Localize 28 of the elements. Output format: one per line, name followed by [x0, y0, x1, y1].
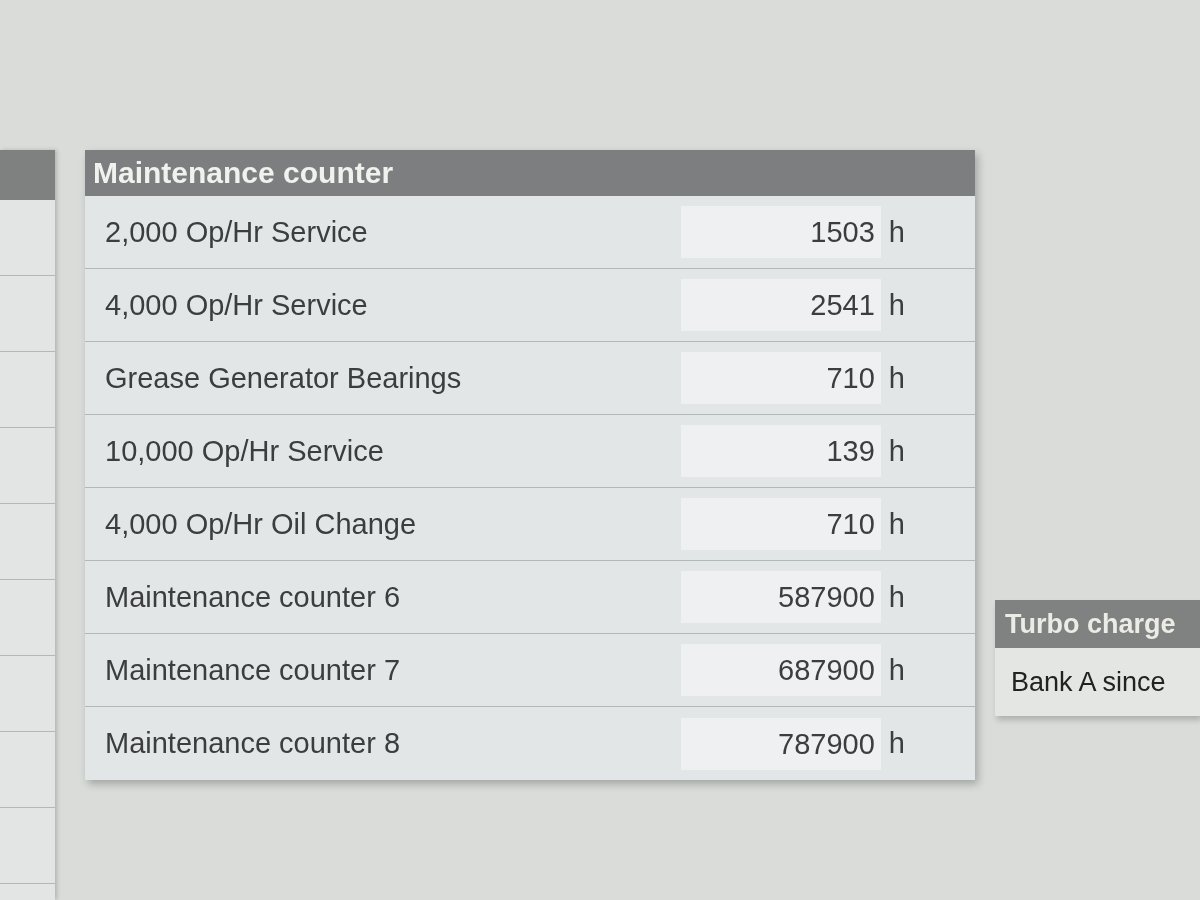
counter-value: 2541 [680, 279, 881, 331]
counter-value: 710 [680, 498, 881, 550]
counter-value: 1503 [680, 206, 881, 258]
counter-label: Maintenance counter 7 [105, 653, 402, 687]
counter-label: Maintenance counter 6 [105, 580, 402, 614]
unit-label: h [888, 507, 905, 541]
unit-label: h [888, 288, 905, 322]
unit-label: h [888, 215, 905, 249]
unit-label: h [888, 361, 905, 395]
counter-value: 710 [680, 352, 881, 404]
unit-label: h [888, 434, 905, 468]
counter-value: 587900 [680, 571, 881, 623]
counter-label: 4,000 Op/Hr Oil Change [105, 507, 418, 541]
unit-label: h [888, 580, 905, 614]
unit-label: h [888, 727, 905, 760]
counter-label: 4,000 Op/Hr Service [105, 288, 369, 322]
counter-label: Maintenance counter 8 [105, 727, 402, 760]
panel-title: Maintenance counter [85, 150, 975, 196]
counter-value: 139 [680, 425, 881, 477]
counter-value: 787900 [680, 717, 881, 770]
counter-value: 687900 [680, 644, 881, 696]
turbo-label: Bank A since [1011, 666, 1166, 698]
counter-label: Grease Generator Bearings [105, 361, 463, 395]
panel-title: Turbo charge [995, 600, 1200, 648]
panel-header [0, 150, 55, 200]
counter-label: 10,000 Op/Hr Service [105, 434, 385, 468]
unit-label: h [888, 653, 905, 687]
counter-label: 2,000 Op/Hr Service [105, 215, 369, 249]
